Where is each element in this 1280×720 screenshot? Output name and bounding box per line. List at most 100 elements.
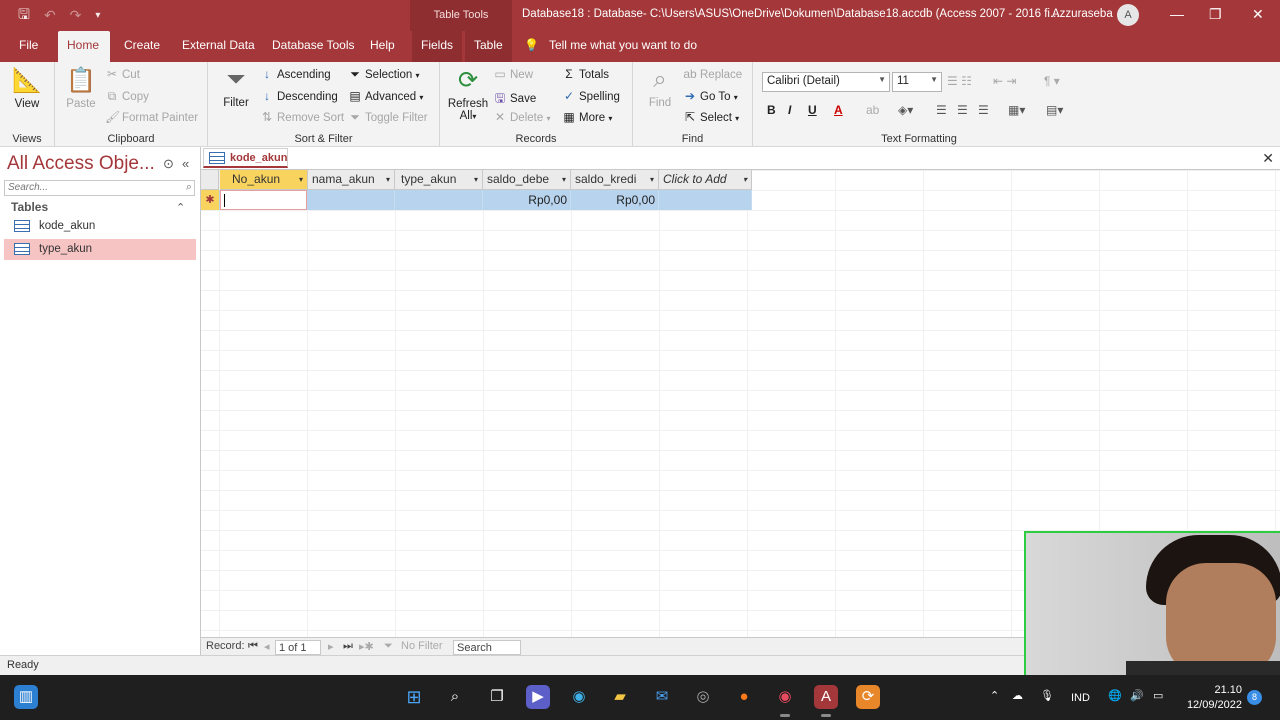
save-icon[interactable]: 🖫 — [18, 4, 30, 28]
access-icon[interactable]: A — [814, 685, 838, 717]
more-button[interactable]: ▦ More ▾ — [562, 110, 612, 124]
tab-home[interactable]: Home — [58, 31, 110, 62]
descending-button[interactable]: ↓ Descending — [260, 89, 338, 103]
undo-icon[interactable]: ↶ — [44, 7, 56, 24]
alternate-row-color-icon[interactable]: ▤▾ — [1046, 103, 1063, 117]
cell-saldo-debet[interactable]: Rp0,00 — [483, 190, 571, 210]
select-button[interactable]: ⇱ Select ▾ — [683, 110, 739, 124]
bold-button[interactable]: B — [767, 103, 776, 117]
minimize-icon[interactable]: — — [1170, 6, 1184, 22]
filter-button[interactable]: ⏷ Filter — [216, 66, 256, 109]
task-view-icon[interactable]: ❐ — [485, 685, 509, 709]
tab-create[interactable]: Create — [115, 31, 169, 62]
cell-no-akun[interactable] — [220, 190, 307, 210]
column-header-nama-akun[interactable]: nama_akun ▾ — [308, 170, 395, 190]
align-center-icon[interactable]: ☰ — [957, 103, 968, 117]
cell-type-akun[interactable] — [395, 190, 483, 210]
app-icon[interactable]: ◎ — [691, 685, 715, 709]
italic-button[interactable]: I — [788, 103, 791, 117]
input-language[interactable]: IND — [1071, 692, 1090, 720]
edge-icon[interactable]: ◉ — [567, 685, 591, 709]
avatar[interactable]: A — [1117, 4, 1139, 26]
chevron-down-icon[interactable]: ▾ — [299, 170, 303, 189]
cell-click-to-add[interactable] — [659, 190, 752, 210]
tab-table[interactable]: Table — [465, 31, 512, 62]
chevron-down-icon[interactable]: ▾ — [650, 170, 654, 189]
mail-icon[interactable]: ✉ — [650, 685, 674, 709]
next-record-icon[interactable]: ▸ — [328, 640, 334, 653]
user-name[interactable]: Azzuraseba — [1052, 8, 1113, 20]
refresh-all-button[interactable]: ⟳ Refresh All▾ — [446, 66, 490, 122]
first-record-icon[interactable]: ⏮ — [248, 640, 258, 653]
search-icon[interactable]: ⌕ — [186, 181, 192, 194]
search-icon[interactable]: ⌕ — [443, 685, 467, 709]
filter-status[interactable]: No Filter — [401, 640, 443, 652]
collapse-section-icon[interactable]: ⌃ — [176, 201, 185, 214]
tab-file[interactable]: File — [10, 31, 47, 62]
tab-external-data[interactable]: External Data — [173, 31, 264, 62]
shutter-bar-close-icon[interactable]: « — [182, 156, 189, 171]
new-record-button[interactable]: ▭ New — [493, 67, 533, 81]
column-header-click-to-add[interactable]: Click to Add ▾ — [659, 170, 752, 190]
onedrive-icon[interactable]: ☁ — [1012, 689, 1023, 720]
column-header-saldo-debet[interactable]: saldo_debe ▾ — [483, 170, 571, 190]
volume-icon[interactable]: 🔊 — [1130, 689, 1144, 720]
cell-saldo-kredit[interactable]: Rp0,00 — [571, 190, 659, 210]
remove-sort-button[interactable]: ⇅ Remove Sort — [260, 110, 344, 124]
view-button[interactable]: 📐 View — [8, 66, 46, 110]
column-header-saldo-kredit[interactable]: saldo_kredi ▾ — [571, 170, 659, 190]
bullets-icon[interactable]: ☰ ☷ — [947, 74, 972, 88]
close-icon[interactable]: ✕ — [1252, 6, 1264, 23]
widgets-icon[interactable]: ▥ — [14, 685, 38, 709]
fill-color-icon[interactable]: ◈▾ — [898, 103, 913, 117]
copy-button[interactable]: ⧉ Copy — [105, 89, 149, 104]
font-color-icon[interactable]: A — [834, 103, 843, 117]
new-record-icon[interactable]: ✱ — [201, 190, 219, 210]
no-filter-icon[interactable]: ⏷ — [384, 640, 393, 653]
new-blank-record-icon[interactable]: ▸✱ — [359, 640, 374, 653]
chevron-down-icon[interactable]: ▾ — [562, 170, 566, 189]
start-icon[interactable]: ⊞ — [402, 685, 426, 709]
microphone-icon[interactable]: 🎙 — [1040, 689, 1054, 720]
selection-button[interactable]: ⏷ Selection ▾ — [348, 67, 419, 82]
totals-button[interactable]: Σ Totals — [562, 67, 609, 81]
spelling-button[interactable]: ✓ Spelling — [562, 89, 620, 103]
find-button[interactable]: ⌕ Find — [643, 66, 677, 109]
nav-item-kode-akun[interactable]: kode_akun — [4, 216, 196, 237]
nav-search-input[interactable]: Search... ⌕ — [4, 180, 195, 196]
cut-button[interactable]: ✂ Cut — [105, 67, 140, 81]
app-orange-icon[interactable]: ⟳ — [856, 685, 880, 709]
chat-icon[interactable]: ▶ — [526, 685, 550, 709]
select-all-corner[interactable] — [201, 170, 219, 190]
battery-icon[interactable]: ▭ — [1153, 689, 1163, 720]
advanced-button[interactable]: ▤ Advanced ▾ — [348, 89, 423, 103]
current-record-box[interactable]: 1 of 1 — [275, 640, 321, 655]
align-left-icon[interactable]: ☰ — [936, 103, 947, 117]
font-size-select[interactable]: 11 ▼ — [892, 72, 942, 92]
customize-qat-icon[interactable]: ▾ — [95, 10, 100, 21]
redo-icon[interactable]: ↷ — [70, 7, 82, 24]
highlight-icon[interactable]: ab — [866, 103, 879, 117]
file-explorer-icon[interactable]: ▰ — [608, 685, 632, 709]
chevron-down-icon[interactable]: ▾ — [474, 170, 478, 189]
tab-fields[interactable]: Fields — [412, 31, 463, 62]
cell-nama-akun[interactable] — [308, 190, 395, 210]
network-icon[interactable]: 🌐 — [1108, 689, 1122, 720]
column-header-no-akun[interactable]: No_akun ▾ — [220, 170, 308, 190]
indent-icon[interactable]: ⇤ ⇥ — [993, 74, 1016, 88]
last-record-icon[interactable]: ⏭ — [343, 640, 353, 653]
chevron-down-icon[interactable]: ▾ — [743, 170, 747, 189]
toggle-filter-button[interactable]: ⏷ Toggle Filter — [348, 110, 427, 125]
replace-button[interactable]: ab Replace — [683, 67, 742, 81]
nav-item-type-akun[interactable]: type_akun — [4, 239, 196, 260]
goto-button[interactable]: ➔ Go To ▾ — [683, 89, 738, 103]
paragraph-direction-icon[interactable]: ¶ ▾ — [1044, 74, 1060, 88]
save-record-button[interactable]: 🖫 Save — [493, 89, 536, 110]
font-name-select[interactable]: Calibri (Detail) ▼ — [762, 72, 890, 92]
document-tab-kode-akun[interactable]: kode_akun — [203, 148, 288, 168]
paste-button[interactable]: 📋 Paste — [63, 66, 99, 110]
previous-record-icon[interactable]: ◂ — [264, 640, 270, 653]
tray-overflow-icon[interactable]: ⌃ — [990, 689, 999, 720]
chevron-down-icon[interactable]: ▾ — [386, 170, 390, 189]
nav-section-tables[interactable]: Tables — [11, 200, 48, 214]
